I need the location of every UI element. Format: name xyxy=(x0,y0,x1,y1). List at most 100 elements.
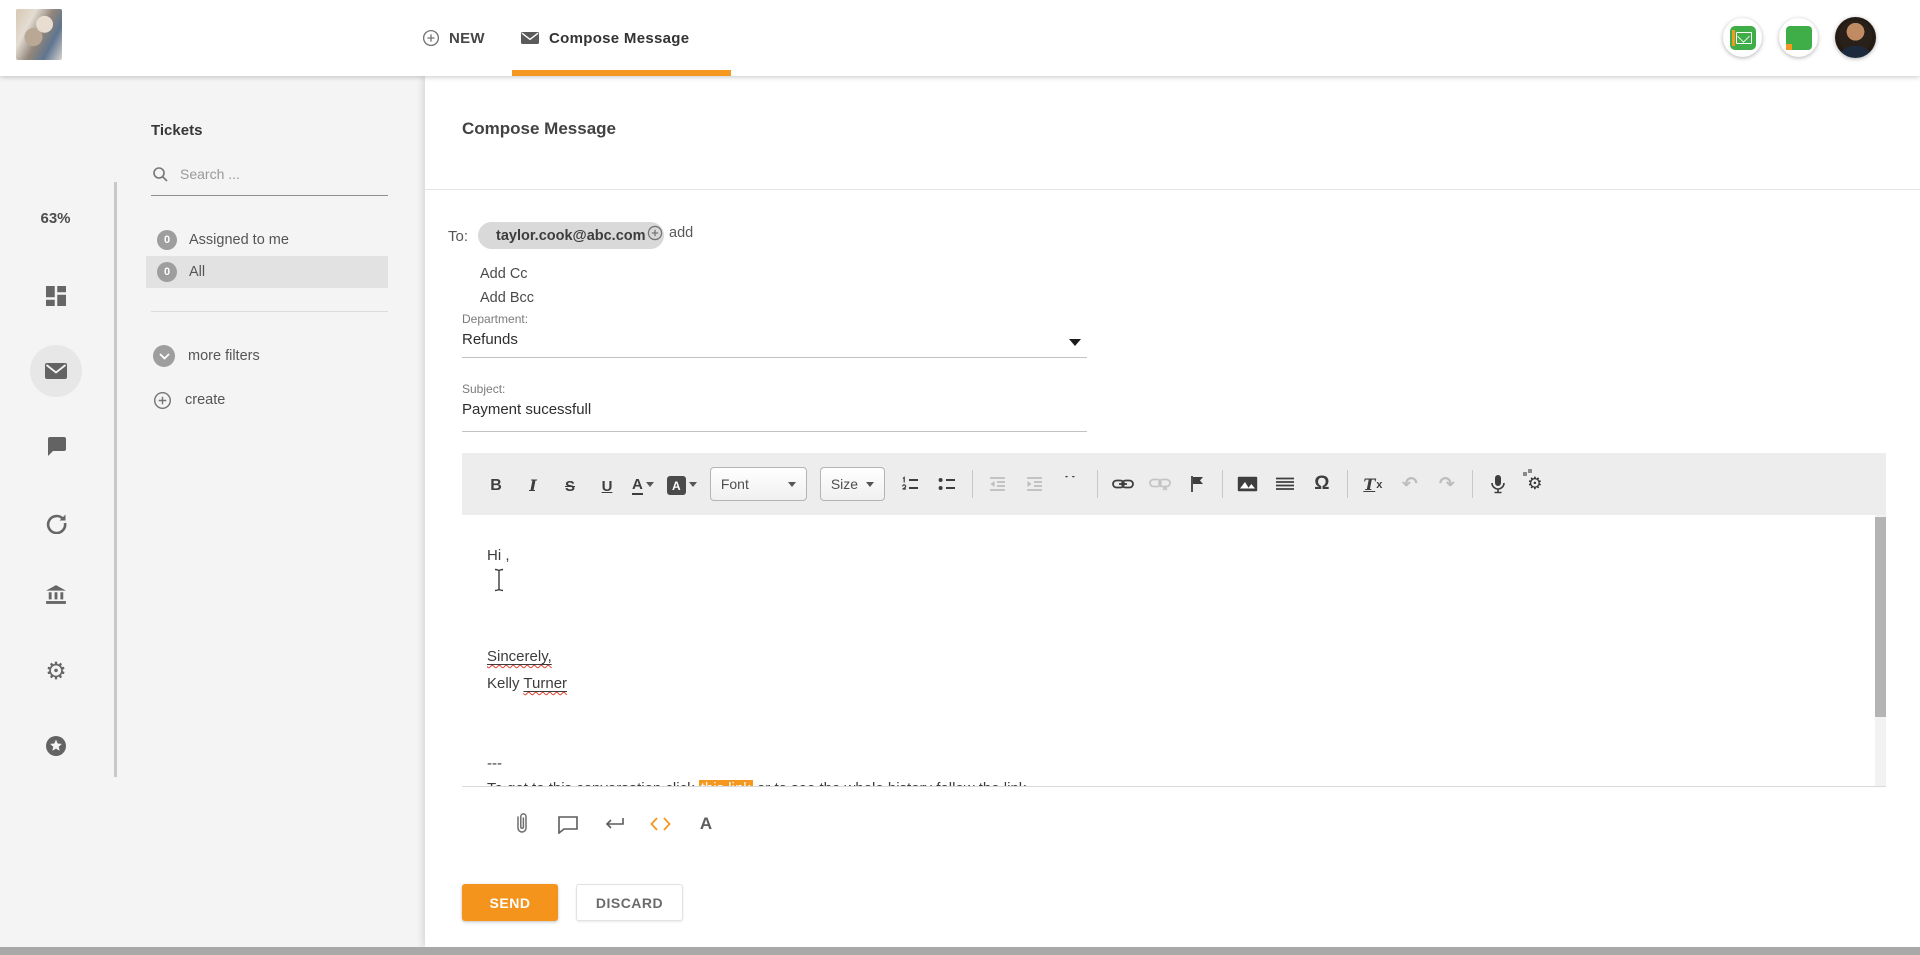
subject-label: Subject: xyxy=(462,382,505,396)
mail-app-icon xyxy=(1730,26,1756,50)
department-value[interactable]: Refunds xyxy=(462,331,518,348)
toolbar-separator xyxy=(1222,470,1223,498)
highlighted-link[interactable]: this link xyxy=(699,780,753,787)
remove-format-button[interactable]: T x xyxy=(1361,471,1385,497)
add-recipient-label: add xyxy=(669,225,693,241)
strikethrough-button[interactable]: S xyxy=(558,471,582,497)
plus-circle-icon xyxy=(647,225,663,241)
sidebar-item-settings[interactable]: ⚙ xyxy=(33,649,79,693)
underline-button[interactable]: U xyxy=(595,471,619,497)
send-button[interactable]: SEND xyxy=(462,884,558,921)
chat-app-icon xyxy=(1786,26,1812,50)
undo-button[interactable]: ↶ xyxy=(1398,471,1422,497)
app-window: NEW Compose Message 63% xyxy=(0,0,1920,955)
bank-icon xyxy=(45,585,67,605)
page-title: Compose Message xyxy=(462,119,616,139)
attachment-button[interactable] xyxy=(510,811,534,837)
size-dropdown-label: Size xyxy=(831,476,858,492)
gear-icon: ⚙ xyxy=(45,657,67,685)
font-settings-button[interactable]: A xyxy=(694,811,718,837)
signature-line-2: Kelly Turner xyxy=(487,673,567,695)
size-dropdown[interactable]: Size xyxy=(820,467,885,501)
search-input[interactable] xyxy=(180,162,380,186)
to-label: To: xyxy=(448,228,468,245)
remove-format-t: T xyxy=(1363,475,1375,494)
special-char-button[interactable]: Ω xyxy=(1310,471,1334,497)
filter-label: All xyxy=(189,264,205,280)
toolbar-separator xyxy=(972,470,973,498)
add-cc-button[interactable]: Add Cc xyxy=(480,266,528,282)
text-color-button[interactable]: A xyxy=(632,471,654,497)
outdent-button[interactable] xyxy=(986,471,1010,497)
bold-button[interactable]: B xyxy=(484,471,508,497)
user-avatar[interactable] xyxy=(1835,17,1876,58)
font-dropdown[interactable]: Font xyxy=(710,467,807,501)
subject-value[interactable]: Payment sucessfull xyxy=(462,401,591,418)
editor-scrollbar[interactable] xyxy=(1875,515,1886,787)
message-body-editor[interactable]: Hi , Sincerely, Kelly Turner --- To get … xyxy=(462,515,1886,787)
toolbar-separator xyxy=(1347,470,1348,498)
filter-all[interactable]: 0 All xyxy=(146,256,388,288)
compose-panel: Compose Message To: taylor.cook@abc.com … xyxy=(425,76,1920,947)
more-filters-button[interactable]: more filters xyxy=(146,343,260,369)
add-recipient-button[interactable]: add xyxy=(647,225,693,241)
mail-app-button[interactable] xyxy=(1723,18,1762,57)
source-code-button[interactable] xyxy=(648,811,672,837)
flag-button[interactable] xyxy=(1185,471,1209,497)
background-color-button[interactable]: A xyxy=(667,471,697,497)
insert-return-button[interactable] xyxy=(602,811,626,837)
italic-button[interactable]: I xyxy=(521,471,545,497)
recipient-chip[interactable]: taylor.cook@abc.com xyxy=(478,222,664,249)
blockquote-button[interactable]: ” xyxy=(1060,476,1084,492)
link-button[interactable] xyxy=(1111,471,1135,497)
sidebar-item-featured[interactable] xyxy=(33,724,79,768)
filter-assigned-to-me[interactable]: 0 Assigned to me xyxy=(146,224,388,256)
discard-button[interactable]: DISCARD xyxy=(576,884,683,921)
sidebar-item-refresh[interactable] xyxy=(33,501,79,545)
department-underline xyxy=(462,357,1087,358)
microphone-button[interactable] xyxy=(1486,471,1510,497)
dashboard-icon xyxy=(46,286,66,306)
horizontal-lines-button[interactable] xyxy=(1273,471,1297,497)
sidebar-item-billing[interactable] xyxy=(33,573,79,617)
canned-message-button[interactable] xyxy=(556,811,580,837)
numbered-list-button[interactable] xyxy=(898,471,922,497)
tickets-scrollbar[interactable] xyxy=(114,182,117,777)
more-filters-label: more filters xyxy=(188,348,260,364)
caret-down-icon xyxy=(689,482,697,491)
add-bcc-button[interactable]: Add Bcc xyxy=(480,290,534,306)
signature-line-1: Sincerely, xyxy=(487,646,552,668)
sidebar-item-dashboard[interactable] xyxy=(33,274,79,318)
tab-compose-message[interactable]: Compose Message xyxy=(520,0,689,76)
insert-image-button[interactable] xyxy=(1236,471,1260,497)
text-cursor-icon xyxy=(493,568,505,592)
usage-percent: 63% xyxy=(0,210,111,227)
plus-circle-icon xyxy=(153,391,172,410)
chat-app-button[interactable] xyxy=(1779,18,1818,57)
bullet-list-button[interactable] xyxy=(935,471,959,497)
create-ticket-button[interactable]: create xyxy=(146,387,225,413)
logo-image[interactable] xyxy=(16,9,62,60)
subject-underline xyxy=(462,431,1087,432)
gear-icon: ⚙ xyxy=(1527,474,1542,494)
star-circle-icon xyxy=(44,734,68,758)
department-caret-icon[interactable] xyxy=(1069,339,1081,352)
horizontal-scrollbar[interactable] xyxy=(0,947,1920,955)
plus-circle-icon xyxy=(422,29,440,47)
redo-button[interactable]: ↷ xyxy=(1435,471,1459,497)
editor-scrollbar-thumb[interactable] xyxy=(1875,517,1886,717)
header-divider xyxy=(425,189,1920,190)
mail-icon xyxy=(44,362,68,380)
tab-new[interactable]: NEW xyxy=(422,0,485,76)
text-color-letter: A xyxy=(632,477,643,496)
sidebar-item-tickets[interactable] xyxy=(33,349,79,393)
tickets-search xyxy=(151,160,388,190)
sidebar-item-chat[interactable] xyxy=(33,424,79,468)
department-label: Department: xyxy=(462,312,528,326)
create-label: create xyxy=(185,392,225,408)
unlink-button[interactable] xyxy=(1148,471,1172,497)
indent-button[interactable] xyxy=(1023,471,1047,497)
plugin-settings-button[interactable]: ⚙ xyxy=(1523,471,1547,497)
tickets-divider xyxy=(151,311,388,312)
refresh-icon xyxy=(45,512,67,534)
